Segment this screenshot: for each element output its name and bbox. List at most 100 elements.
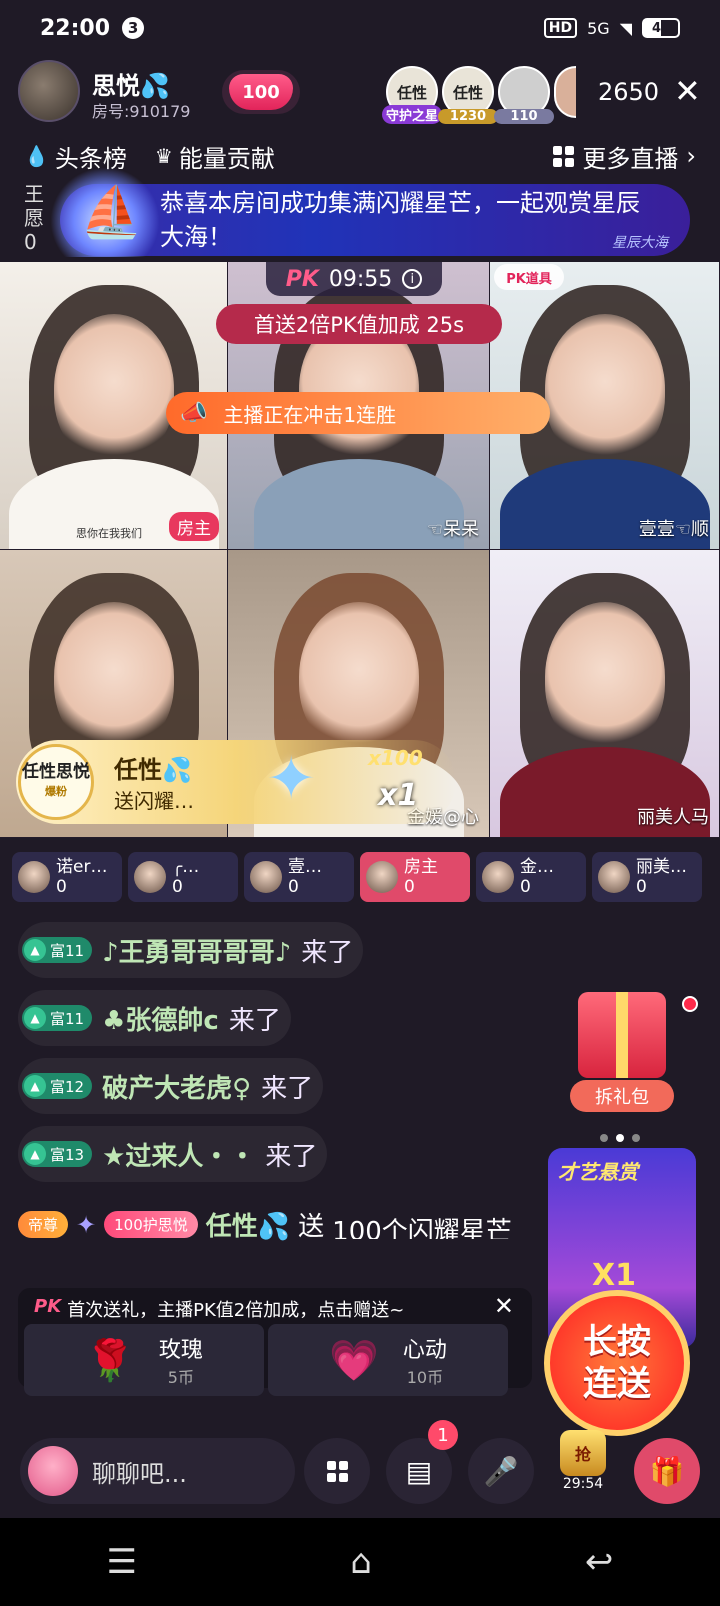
host-name[interactable]: 思悦💦 xyxy=(92,66,170,101)
pk-logo: PK xyxy=(285,266,319,292)
chat-username: 任性💦 xyxy=(205,1212,291,1242)
gift-icon: 🎁 xyxy=(649,1454,685,1488)
menu-icon[interactable]: ☰ xyxy=(107,1542,137,1582)
banner-pill: 恭喜本房间成功集满闪耀星芒，一起观赏星辰大海！ 星辰大海 xyxy=(50,167,690,257)
chest-icon: 抢 xyxy=(560,1430,606,1476)
battery-icon: 49 xyxy=(642,18,680,38)
sender-avatar[interactable]: 任性思悦 爆粉 xyxy=(18,744,94,820)
pk-logo: PK xyxy=(34,1296,62,1317)
chevron-right-icon: › xyxy=(686,142,696,170)
score-name: ╭… xyxy=(172,857,200,877)
avatar xyxy=(250,861,282,893)
score-value: 0 xyxy=(636,877,647,897)
banner-text: 恭喜本房间成功集满闪耀星芒，一起观赏星辰大海！ xyxy=(160,189,640,251)
avatar xyxy=(482,861,514,893)
home-icon[interactable]: ⌂ xyxy=(350,1542,372,1582)
gift-hint-text: 首次送礼，主播PK值2倍加成，点击赠送~ xyxy=(67,1300,405,1321)
grid-icon xyxy=(326,1460,348,1482)
grab-chest-button[interactable]: 抢 29:54 xyxy=(550,1430,616,1510)
more-live-button[interactable]: 更多直播 › xyxy=(553,139,696,174)
megaphone-icon: 📣 xyxy=(180,400,208,426)
gift-pack-button[interactable]: 拆礼包 xyxy=(570,992,674,1122)
hd-icon: HD xyxy=(543,18,578,38)
banner-tag: 星辰大海 xyxy=(612,235,668,251)
notification-count: 3 xyxy=(122,17,145,39)
system-nav-bar: ☰ ⌂ ↩ xyxy=(0,1518,720,1606)
pk-score-card[interactable]: 壹… 0 xyxy=(244,852,354,902)
chat-message[interactable]: ▲ 富11 ♣张德帥c 来了 xyxy=(18,990,291,1046)
triangle-icon: ▲ xyxy=(24,1143,46,1165)
apps-button[interactable] xyxy=(304,1438,370,1504)
info-icon[interactable]: i xyxy=(402,269,423,289)
energy-contribution-label: 能量贡献 xyxy=(178,144,275,173)
crown-icon: ♛ xyxy=(154,144,173,168)
banner-left-text: 王 愿 0 xyxy=(24,182,44,254)
close-icon[interactable]: ✕ xyxy=(494,1292,514,1320)
chat-placeholder: 聊聊吧... xyxy=(92,1459,187,1488)
pk-countdown: 09:55 xyxy=(328,266,393,292)
chat-message[interactable]: ▲ 富13 ★过来人・・ 来了 xyxy=(18,1126,328,1182)
user-avatar xyxy=(28,1446,78,1496)
star-gift-icon: ✦ xyxy=(266,744,317,814)
chat-action: 来了 xyxy=(301,937,354,968)
host-tag: 房主 xyxy=(169,512,219,541)
ship-icon xyxy=(50,167,160,257)
energy-contribution-button[interactable]: ♛ 能量贡献 xyxy=(155,139,275,174)
avatar xyxy=(366,861,398,893)
talent-title: 才艺悬赏 xyxy=(558,1160,638,1184)
more-live-label: 更多直播 xyxy=(582,144,679,173)
gift-notification: 任性思悦 爆粉 任性💦 送闪耀… ✦ x100 x1 xyxy=(16,740,456,824)
avatar xyxy=(134,861,166,893)
viewer-label: 任性 xyxy=(452,83,483,102)
bottom-toolbar: 聊聊吧... ▤ 1 🎤 抢 29:54 🎁 xyxy=(0,1420,720,1518)
like-button[interactable]: 100 xyxy=(222,70,300,114)
viewer-count[interactable]: 2650 xyxy=(598,78,659,106)
press-label-2: 连送 xyxy=(583,1364,651,1404)
streak-text: 主播正在冲击1连胜 xyxy=(223,402,397,427)
announcement-banner[interactable]: 王 愿 0 恭喜本房间成功集满闪耀星芒，一起观赏星辰大海！ 星辰大海 xyxy=(0,167,720,258)
grab-timer: 29:54 xyxy=(562,1476,604,1492)
gift-option-rose[interactable]: 🌹 玫瑰 5币 xyxy=(24,1324,264,1396)
pk-score-card[interactable]: 金… 0 xyxy=(476,852,586,902)
level-badge: ▲ 富11 xyxy=(22,1005,93,1031)
wifi-icon: ◥ xyxy=(619,18,632,38)
pk-timer[interactable]: PK 09:55 i xyxy=(266,262,442,296)
chat-input[interactable]: 聊聊吧... xyxy=(20,1438,295,1504)
viewer-avatar[interactable]: 任性 1230 xyxy=(438,66,498,124)
video-tile[interactable]: 丽美人马 xyxy=(490,550,720,838)
carousel-dots xyxy=(600,1134,640,1142)
gift-sender: 任性💦 xyxy=(114,756,192,784)
close-icon[interactable]: ✕ xyxy=(674,72,701,110)
gift-chat-message[interactable]: 帝尊 ✦ 100护思悦 任性💦 送 100个闪耀星芒 xyxy=(18,1206,528,1243)
viewer-label: 任性 xyxy=(396,83,427,102)
viewer-avatar[interactable] xyxy=(554,66,576,118)
emperor-badge: 帝尊 xyxy=(18,1211,69,1238)
pk-score-card[interactable]: 房主 0 xyxy=(360,852,470,902)
viewer-badge: 1230 xyxy=(438,109,498,124)
chat-username: ♣张德帥c xyxy=(102,1005,219,1036)
gift-option-heartbeat[interactable]: 💗 心动 10币 xyxy=(268,1324,508,1396)
avatar xyxy=(18,861,50,893)
tile-caption: 思你在我我们 xyxy=(76,527,142,540)
back-icon[interactable]: ↩ xyxy=(585,1542,614,1582)
microphone-button[interactable]: 🎤 xyxy=(468,1438,534,1504)
long-press-send-button[interactable]: 长按 连送 xyxy=(544,1290,690,1436)
pk-bonus-banner: 首送2倍PK值加成 25s xyxy=(216,304,502,344)
gift-button[interactable]: 🎁 xyxy=(634,1438,700,1504)
diamond-icon: ✦ xyxy=(76,1210,97,1239)
score-value: 0 xyxy=(404,877,415,897)
gift-box-icon xyxy=(578,992,666,1078)
pk-score-card[interactable]: 丽美… 0 xyxy=(592,852,702,902)
pk-tool-button[interactable]: PK道具 xyxy=(494,264,564,290)
viewer-avatar[interactable]: 110 xyxy=(494,66,554,124)
pk-score-card[interactable]: ╭… 0 xyxy=(128,852,238,902)
pk-score-card[interactable]: 诺er… 0 xyxy=(12,852,122,902)
chat-message[interactable]: ▲ 富12 破产大老虎♀ 来了 xyxy=(18,1058,324,1114)
level-badge: ▲ 富13 xyxy=(22,1141,93,1167)
viewer-avatar[interactable]: 任性 守护之星 xyxy=(382,66,442,124)
score-value: 0 xyxy=(172,877,183,897)
triangle-icon: ▲ xyxy=(24,1075,46,1097)
chat-message[interactable]: ▲ 富11 ♪王勇哥哥哥哥♪ 来了 xyxy=(18,922,364,978)
score-name: 房主 xyxy=(404,857,438,877)
host-avatar[interactable] xyxy=(18,60,80,122)
